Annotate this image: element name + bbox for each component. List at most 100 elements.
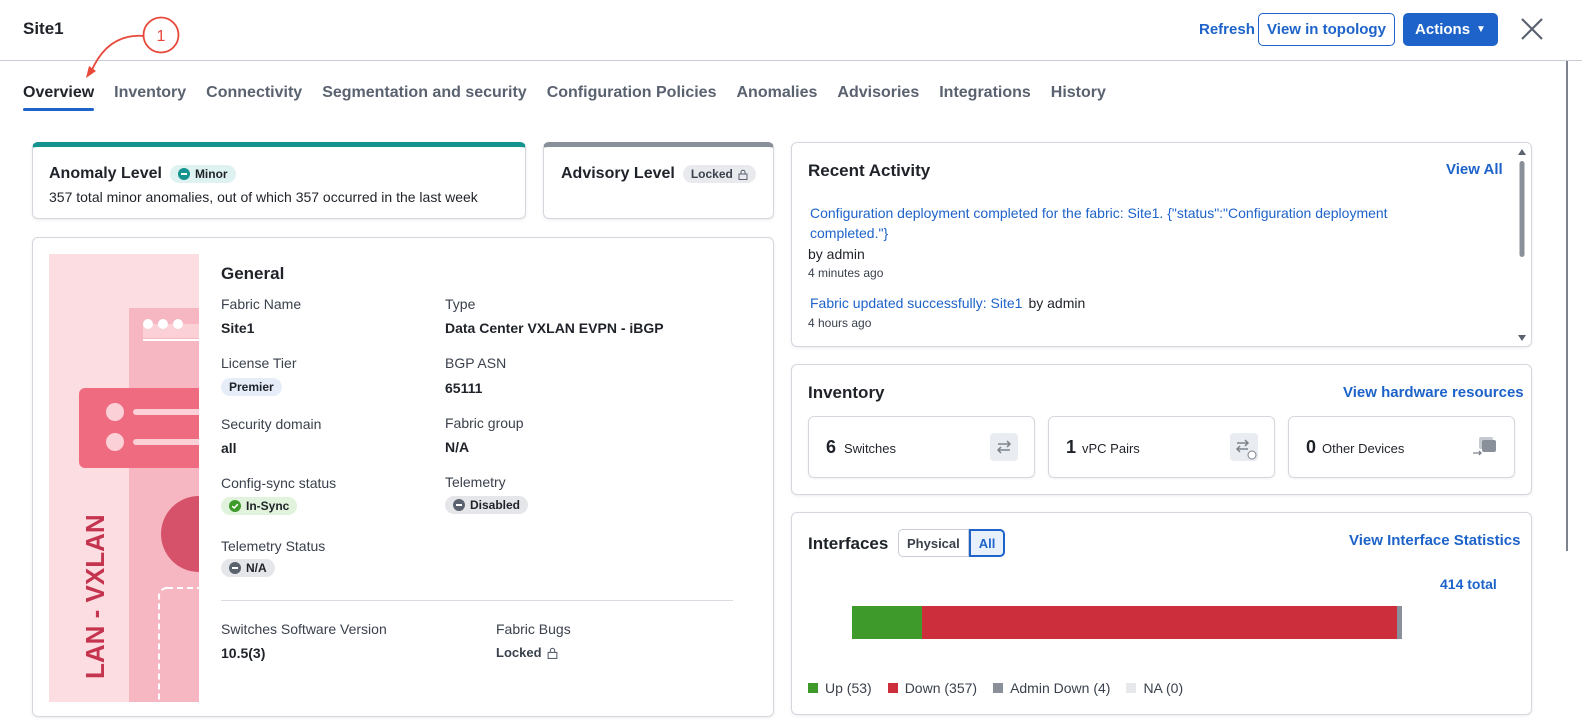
toggle-physical[interactable]: Physical [898, 529, 969, 557]
security-domain-value: all [221, 440, 237, 456]
bar-segment[interactable] [852, 606, 923, 639]
license-tier-badge: Premier [221, 378, 282, 396]
anomaly-description: 357 total minor anomalies, out of which … [49, 189, 478, 205]
bar-segment[interactable] [922, 606, 1397, 639]
tab-overview[interactable]: Overview [23, 84, 95, 112]
refresh-link[interactable]: Refresh [1199, 21, 1255, 38]
activity-time: 4 hours ago [808, 316, 872, 330]
actions-button[interactable]: Actions ▼ [1403, 13, 1498, 46]
advisory-level-card[interactable]: Advisory Level Locked [543, 142, 774, 219]
anomaly-level-title: Anomaly Level [49, 165, 162, 182]
type-label: Type [445, 296, 476, 312]
legend-swatch [1126, 683, 1137, 693]
anomaly-level-badge-label: Minor [194, 167, 228, 181]
tab-anomalies[interactable]: Anomalies [736, 84, 817, 112]
telemetry-status-value: N/A [246, 561, 267, 575]
telemetry-value: Disabled [470, 498, 521, 512]
telemetry-status-badge: N/A [221, 559, 275, 577]
interfaces-legend: Up (53) Down (357) Admin Down (4) NA (0) [808, 680, 1183, 696]
switches-tile[interactable]: 6 Switches [808, 416, 1035, 478]
view-all-link[interactable]: View All [1446, 161, 1503, 178]
legend-item: Up (53) [808, 680, 872, 696]
activity-scrollbar[interactable] [1517, 149, 1527, 341]
general-card: LAN - VXLAN General Fabric Name Site1 Ty… [32, 237, 774, 717]
page-header: Site1 Refresh View in topology Actions ▼ [0, 0, 1582, 61]
legend-label: Up (53) [825, 680, 872, 696]
config-sync-value: In-Sync [246, 499, 290, 513]
chevron-down-icon: ▼ [1476, 24, 1486, 35]
license-tier-label: License Tier [221, 355, 297, 371]
legend-swatch [808, 683, 818, 693]
na-icon [229, 562, 241, 574]
fabric-name-label: Fabric Name [221, 296, 302, 312]
bgp-asn-label: BGP ASN [445, 355, 507, 371]
view-hardware-resources-link[interactable]: View hardware resources [1343, 384, 1524, 401]
bgp-asn-value: 65111 [445, 380, 483, 396]
activity-link[interactable]: Fabric updated successfully: Site1 [810, 293, 1022, 313]
legend-swatch [993, 683, 1004, 693]
page-title: Site1 [23, 19, 64, 38]
other-devices-count: 0 [1306, 437, 1317, 457]
switch-icon [990, 433, 1018, 461]
activity-link[interactable]: Configuration deployment completed for t… [810, 203, 1450, 243]
fabric-bugs-value: Locked [496, 645, 542, 660]
advisory-level-badge: Locked [682, 165, 756, 183]
fabric-group-value: N/A [445, 439, 470, 455]
legend-item: Admin Down (4) [993, 680, 1110, 696]
vpc-pairs-tile[interactable]: 1 vPC Pairs [1048, 416, 1275, 478]
close-icon[interactable] [1519, 16, 1545, 42]
divider [221, 600, 733, 601]
bar-segment[interactable] [1396, 606, 1402, 639]
actions-label: Actions [1415, 21, 1471, 38]
tab-inventory[interactable]: Inventory [114, 84, 186, 112]
legend-label: Down (357) [904, 680, 978, 696]
tab-bar: Overview Inventory Connectivity Segmenta… [23, 84, 1106, 114]
fabric-group-label: Fabric group [445, 415, 524, 431]
vpc-pair-icon [1230, 433, 1258, 461]
config-sync-badge: In-Sync [221, 497, 298, 515]
advisory-level-title: Advisory Level [561, 165, 675, 182]
legend-label: NA (0) [1143, 680, 1184, 696]
activity-time: 4 minutes ago [808, 266, 884, 280]
security-domain-label: Security domain [221, 416, 322, 432]
telemetry-label: Telemetry [445, 474, 506, 490]
legend-item: NA (0) [1126, 680, 1183, 696]
general-title: General [221, 264, 285, 283]
telemetry-status-label: Telemetry Status [221, 538, 326, 554]
illustration-label: LAN - VXLAN [80, 514, 110, 679]
view-interface-statistics-link[interactable]: View Interface Statistics [1349, 532, 1520, 549]
view-in-topology-button[interactable]: View in topology [1258, 13, 1395, 46]
interfaces-status-bar [852, 606, 1402, 639]
inventory-card: Inventory View hardware resources 6 Swit… [791, 364, 1532, 495]
telemetry-badge: Disabled [445, 496, 529, 514]
legend-label: Admin Down (4) [1010, 680, 1111, 696]
tab-configuration-policies[interactable]: Configuration Policies [547, 84, 717, 112]
activity-author: by admin [1028, 295, 1086, 311]
interfaces-title: Interfaces [808, 534, 889, 553]
lock-icon [738, 169, 748, 180]
sw-version-value: 10.5(3) [221, 645, 266, 661]
tab-integrations[interactable]: Integrations [939, 84, 1031, 112]
sw-version-label: Switches Software Version [221, 621, 387, 637]
interfaces-total: 414 total [1440, 576, 1497, 592]
vpc-pairs-label: vPC Pairs [1082, 441, 1140, 456]
fabric-name-value: Site1 [221, 320, 255, 336]
tab-advisories[interactable]: Advisories [837, 84, 919, 112]
interfaces-card: Interfaces Physical All View Interface S… [791, 512, 1532, 715]
other-devices-label: Other Devices [1322, 441, 1405, 456]
toggle-all[interactable]: All [968, 529, 1006, 557]
interface-type-toggle: Physical All [898, 529, 1006, 557]
tab-connectivity[interactable]: Connectivity [206, 84, 302, 112]
legend-item: Down (357) [887, 680, 978, 696]
vpc-pairs-count: 1 [1066, 437, 1077, 457]
tab-segmentation-and-security[interactable]: Segmentation and security [322, 84, 527, 112]
page-scrollbar[interactable] [1566, 61, 1568, 551]
check-circle-icon [229, 500, 241, 512]
anomaly-level-card[interactable]: Anomaly Level Minor 357 total minor anom… [32, 142, 526, 219]
other-devices-tile[interactable]: 0 Other Devices [1288, 416, 1515, 478]
tab-history[interactable]: History [1051, 84, 1106, 112]
switches-label: Switches [844, 441, 897, 456]
type-value: Data Center VXLAN EVPN - iBGP [445, 320, 664, 336]
fabric-type-illustration: LAN - VXLAN [49, 254, 199, 702]
recent-activity-card: Recent Activity View All Configuration d… [791, 142, 1532, 347]
